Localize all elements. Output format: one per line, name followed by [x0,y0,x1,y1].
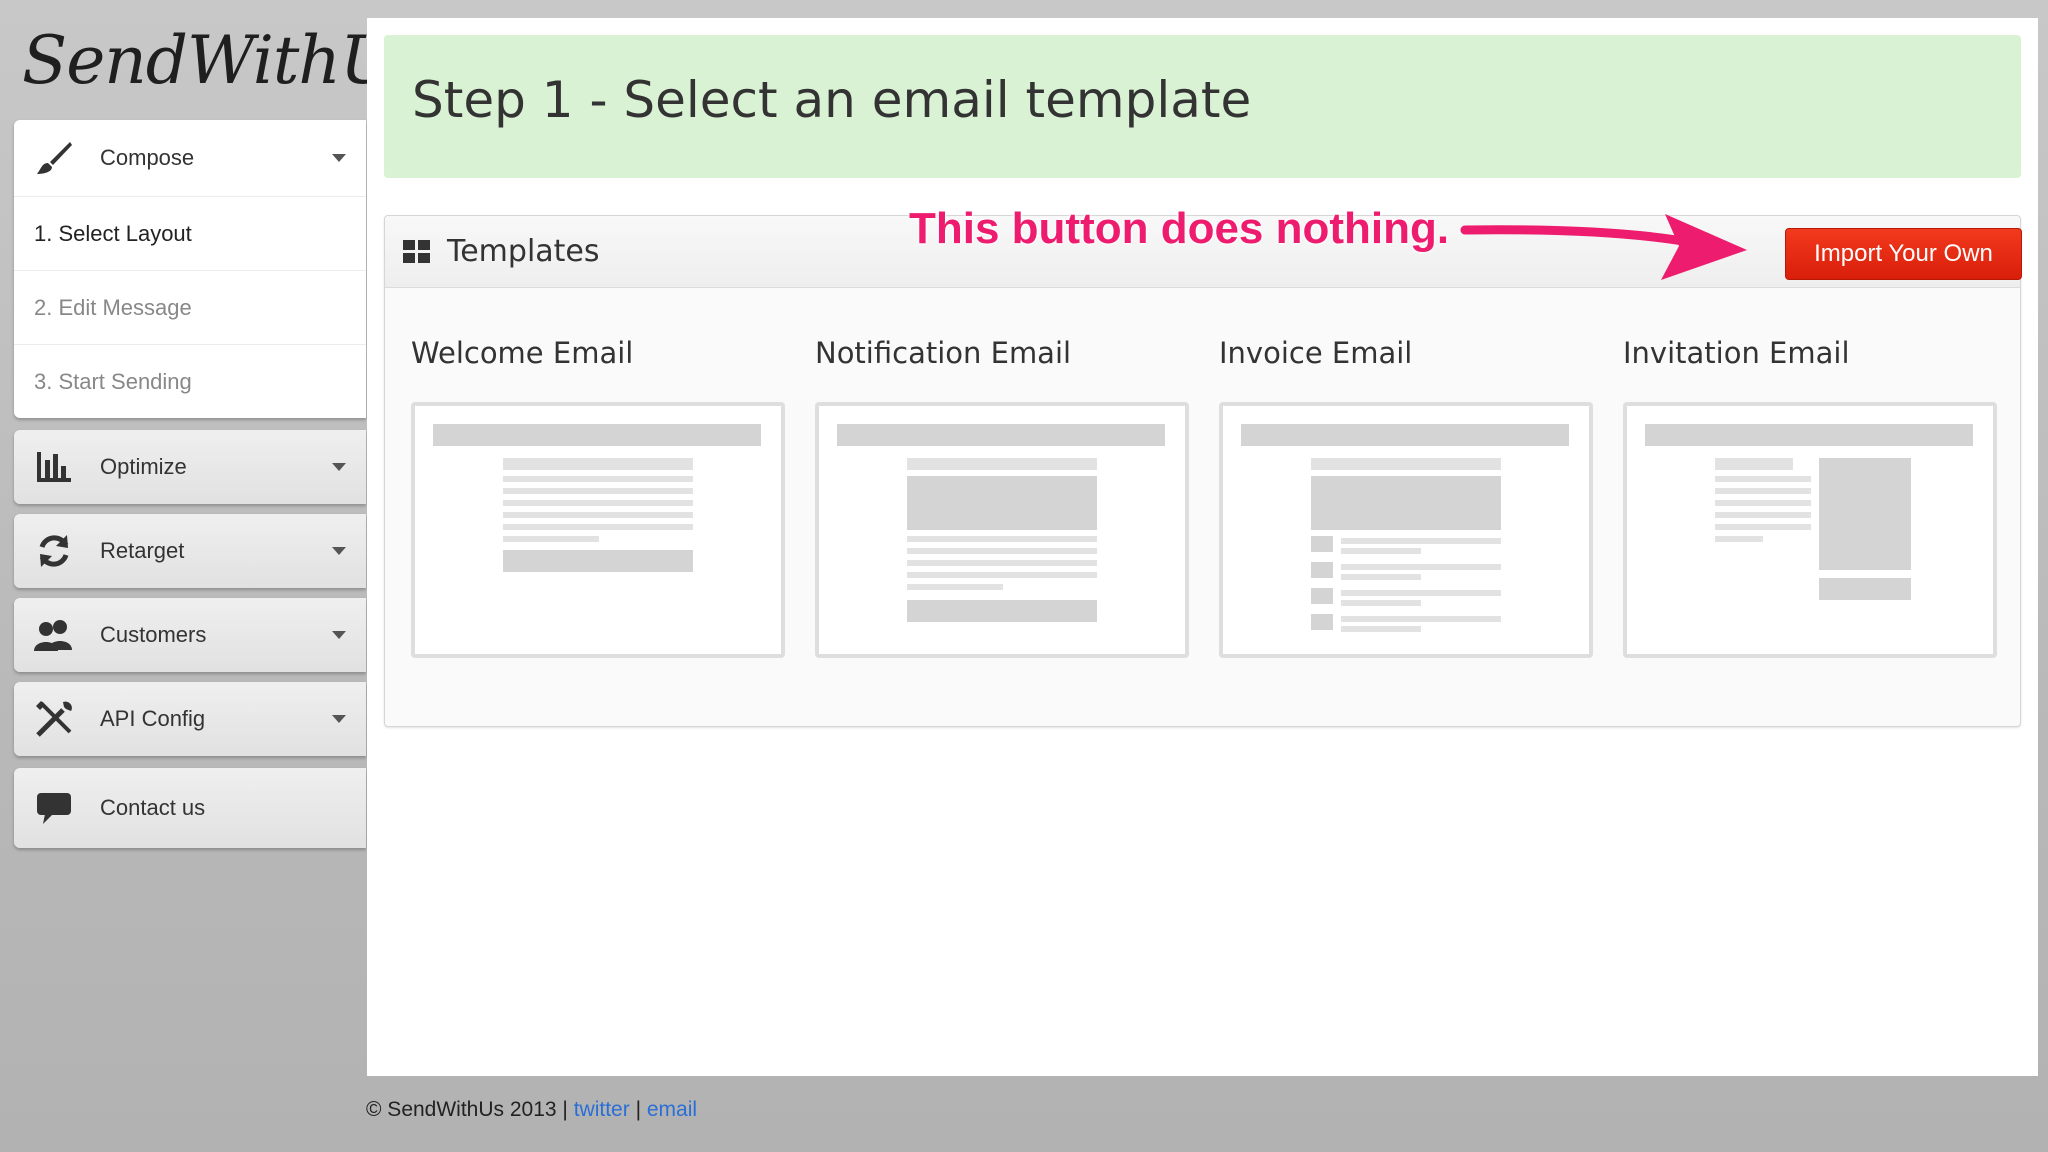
app-logo[interactable]: SendWithUs [22,16,428,106]
chat-bubble-icon [32,786,76,830]
chevron-down-icon[interactable] [332,631,346,639]
template-name: Welcome Email [411,336,634,370]
chevron-down-icon[interactable] [332,463,346,471]
template-thumbnail[interactable] [1219,402,1593,658]
sidebar-item-label: Optimize [100,454,187,479]
sidebar-item-label: Customers [100,622,207,647]
template-name: Notification Email [815,336,1072,370]
sidebar-item-label: API Config [100,706,206,731]
sidebar-item-customers[interactable]: Customers [14,598,366,672]
sidebar-item-label: Compose [100,145,195,170]
template-card-notification[interactable]: Notification Email [815,336,1189,658]
template-card-welcome[interactable]: Welcome Email [411,336,785,658]
template-name: Invoice Email [1219,336,1413,370]
page-title: Step 1 - Select an email template [412,71,1252,129]
sidebar-item-compose[interactable]: Compose [14,120,366,196]
sidebar-step-select-layout[interactable]: 1. Select Layout [14,196,366,270]
templates-title: Templates [447,234,600,269]
templates-panel: Templates This button does nothing. Impo… [384,204,2022,727]
footer-copyright: © SendWithUs 2013 | [366,1098,568,1121]
template-thumbnail[interactable] [1623,402,1997,658]
template-card-invoice[interactable]: Invoice Email [1219,336,1593,658]
footer-twitter-link[interactable]: twitter [574,1098,630,1121]
sidebar: Compose 1. Select Layout 2. Edit Message… [14,120,366,848]
footer-email-link[interactable]: email [647,1098,697,1121]
bar-chart-icon [32,445,76,489]
template-card-invitation[interactable]: Invitation Email [1623,336,1997,658]
template-thumbnail[interactable] [815,402,1189,658]
paintbrush-icon [32,136,76,180]
annotation-text: This button does nothing. [909,204,1450,253]
sidebar-item-api-config[interactable]: API Config [14,682,366,756]
footer: © SendWithUs 2013 | twitter | email [366,1098,697,1122]
sidebar-item-label: Retarget [100,538,185,563]
chevron-down-icon[interactable] [332,547,346,555]
sidebar-step-edit-message[interactable]: 2. Edit Message [14,270,366,344]
main-panel: Step 1 - Select an email template Templa… [367,18,2038,1076]
import-your-own-button[interactable]: Import Your Own [1785,228,2022,280]
template-name: Invitation Email [1623,336,1850,370]
users-icon [32,613,76,657]
chevron-down-icon[interactable] [332,715,346,723]
step-banner: Step 1 - Select an email template [384,35,2021,178]
grid-icon [403,240,431,264]
template-thumbnail[interactable] [411,402,785,658]
templates-panel-header: Templates This button does nothing. Impo… [385,204,2022,288]
sidebar-item-label: Contact us [100,795,206,820]
refresh-icon [32,529,76,573]
footer-separator: | [635,1098,642,1121]
annotation-arrow-icon [1460,214,1747,280]
sidebar-item-retarget[interactable]: Retarget [14,514,366,588]
sidebar-step-start-sending[interactable]: 3. Start Sending [14,344,366,418]
sidebar-item-optimize[interactable]: Optimize [14,430,366,504]
sidebar-item-contact-us[interactable]: Contact us [14,768,366,848]
chevron-down-icon[interactable] [332,154,346,162]
tools-icon [32,697,76,741]
compose-group: Compose 1. Select Layout 2. Edit Message… [14,120,366,418]
